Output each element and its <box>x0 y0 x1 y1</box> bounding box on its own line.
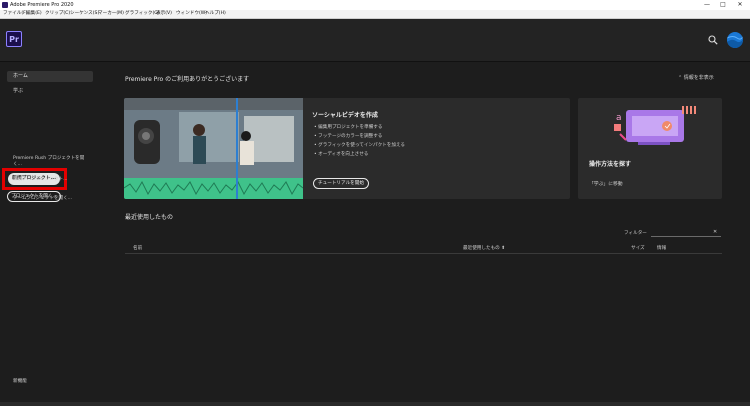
open-rush-project-label-cont: く... <box>13 162 22 167</box>
table-header-divider <box>125 253 722 254</box>
user-avatar[interactable] <box>727 32 743 48</box>
learn-illustration: a <box>614 106 696 145</box>
new-team-project-link[interactable]: 新規チームプロジェクト... <box>13 176 68 182</box>
whats-new-link[interactable]: 新機能 <box>13 378 27 384</box>
open-rush-project-link[interactable]: Premiere Rush プロジェクトを開 く... <box>13 155 84 167</box>
menu-graphics[interactable]: グラフィック(G) <box>125 11 160 17</box>
column-header-name[interactable]: 名前 <box>133 245 142 251</box>
app-icon <box>2 2 8 8</box>
avatar-icon <box>727 35 743 48</box>
tutorial-bullet: フッテージのカラーを調整する <box>314 132 405 141</box>
menu-marker[interactable]: マーカー(M) <box>98 11 124 17</box>
tutorial-card: ソーシャルビデオを作成 編集用プロジェクトを準備する フッテージのカラーを調整す… <box>124 98 570 199</box>
clear-filter-icon[interactable]: ✕ <box>713 229 717 235</box>
search-icon[interactable] <box>708 35 718 45</box>
tutorial-thumbnail <box>124 98 303 199</box>
open-team-project-link[interactable]: チームプロジェクトを開く... <box>13 195 72 201</box>
learn-title: 操作方法を探す <box>589 161 632 168</box>
menu-window[interactable]: ウィンドウ(W) <box>176 11 207 17</box>
filter-input[interactable] <box>651 228 721 237</box>
sidebar-item-learn[interactable]: 学ぶ <box>13 87 23 94</box>
column-header-recent[interactable]: 最近使用したもの ⬆ <box>463 245 505 251</box>
menu-sequence[interactable]: シーケンス(S) <box>70 11 99 17</box>
window-title-bar: Adobe Premiere Pro 2020 — □ ✕ <box>0 0 750 10</box>
status-strip <box>0 402 750 406</box>
tutorial-bullet: 編集用プロジェクトを準備する <box>314 123 405 132</box>
go-to-learn-link[interactable]: 「学ぶ」に移動 <box>589 180 623 187</box>
learn-card: a 操作方法を探す 「学ぶ」に移動 <box>578 98 722 199</box>
column-header-info[interactable]: 情報 <box>657 245 666 251</box>
menu-file[interactable]: ファイル(F) <box>3 11 28 17</box>
column-header-size[interactable]: サイズ <box>631 245 645 251</box>
menu-bar: ファイル(F) 編集(E) クリップ(C) シーケンス(S) マーカー(M) グ… <box>0 10 750 19</box>
maximize-button[interactable]: □ <box>716 1 730 9</box>
menu-clip[interactable]: クリップ(C) <box>45 11 70 17</box>
svg-text:a: a <box>616 113 622 123</box>
recent-heading: 最近使用したもの <box>125 214 174 221</box>
welcome-heading: Premiere Pro のご利用ありがとうございます <box>125 76 250 83</box>
filter-label: フィルター <box>624 231 647 236</box>
tutorial-bullet: グラフィックを使ってインパクトを加える <box>314 141 405 150</box>
premiere-logo: Pr <box>6 31 22 47</box>
start-tutorial-button[interactable]: チュートリアルを開始 <box>313 178 369 189</box>
close-button[interactable]: ✕ <box>733 1 747 9</box>
window-title: Adobe Premiere Pro 2020 <box>10 2 74 8</box>
sidebar-item-home[interactable]: ホーム <box>7 71 93 82</box>
menu-edit[interactable]: 編集(E) <box>26 11 42 17</box>
tutorial-bullets: 編集用プロジェクトを準備する フッテージのカラーを調整する グラフィックを使って… <box>314 123 405 159</box>
minimize-button[interactable]: — <box>700 1 714 9</box>
menu-view[interactable]: 表示(V) <box>156 11 172 17</box>
sidebar: ホーム 学ぶ 新規プロジェクト... プロジェクトを開く... Premiere… <box>0 62 102 406</box>
hide-info-toggle[interactable]: ⌃ 情報を非表示 <box>678 74 714 81</box>
open-rush-project-label: Premiere Rush プロジェクトを開 <box>13 156 85 161</box>
menu-help[interactable]: ヘルプ(H) <box>205 11 226 17</box>
app-header: Pr <box>0 19 750 62</box>
tutorial-bullet: オーディオを向上させる <box>314 150 405 159</box>
tutorial-title: ソーシャルビデオを作成 <box>312 112 378 119</box>
